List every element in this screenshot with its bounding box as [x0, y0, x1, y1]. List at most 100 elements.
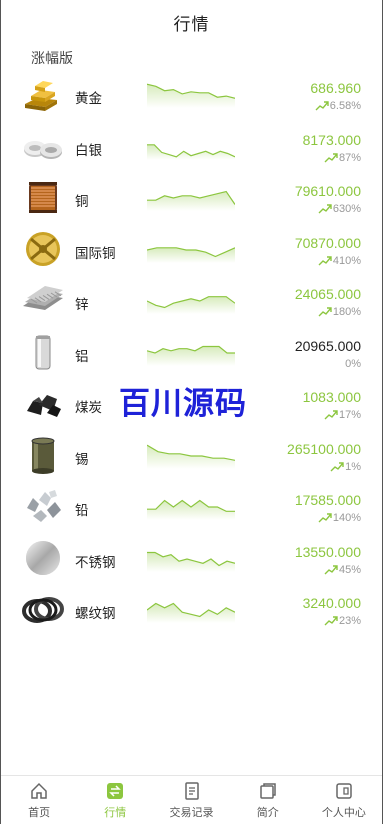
- commodity-price: 79610.000: [294, 183, 361, 199]
- tab-profile[interactable]: 个人中心: [306, 776, 382, 824]
- trend-up-icon: [318, 255, 332, 265]
- coal-icon: [21, 383, 65, 423]
- change-value: 1%: [345, 460, 361, 473]
- stainless-steel-icon: [21, 538, 65, 578]
- page-header: 行情: [1, 0, 382, 44]
- change-value: 140%: [332, 512, 361, 524]
- sparkline-chart: [147, 494, 235, 520]
- tab-home[interactable]: 首页: [1, 776, 77, 824]
- trend-up-icon: [330, 461, 344, 471]
- market-row[interactable]: 螺纹钢 3240.000 23%: [1, 583, 382, 635]
- change-percent: 410%: [318, 255, 361, 267]
- market-row[interactable]: 铅 17585.000 140%: [1, 480, 382, 532]
- change-value: 410%: [332, 254, 361, 267]
- tin-can-icon: [21, 435, 65, 475]
- commodity-price: 1083.000: [302, 389, 361, 405]
- rebar-coil-icon: [21, 589, 65, 629]
- change-percent: 630%: [318, 203, 361, 215]
- trend-up-icon: [315, 101, 329, 111]
- app-frame: 行情 涨幅版 黄金 686.960 6.58% 白银 8173.000 87% …: [0, 0, 383, 824]
- market-row[interactable]: 锡 265100.000 1%: [1, 429, 382, 481]
- change-percent: 45%: [324, 564, 361, 576]
- commodity-price: 265100.000: [287, 440, 361, 457]
- change-percent: 17%: [324, 409, 361, 421]
- commodity-price: 24065.000: [294, 286, 361, 302]
- intro-icon: [259, 782, 276, 799]
- commodity-name: 国际铜: [75, 245, 116, 261]
- commodity-name: 铅: [75, 503, 89, 518]
- sparkline-chart: [147, 546, 236, 572]
- change-value: 6.58%: [329, 100, 361, 112]
- sparkline-chart: [146, 237, 236, 263]
- change-percent: 0%: [345, 358, 361, 370]
- change-percent: 6.58%: [315, 100, 361, 112]
- trend-up-icon: [318, 513, 332, 523]
- tab-label: 个人中心: [321, 806, 366, 819]
- commodity-name: 锡: [75, 451, 89, 467]
- tab-label: 行情: [104, 806, 127, 819]
- commodity-price: 13550.000: [294, 543, 361, 560]
- profile-icon: [336, 782, 352, 799]
- page-title: 行情: [173, 14, 210, 34]
- commodity-name: 不锈钢: [75, 554, 116, 570]
- market-row[interactable]: 铜 79610.000 630%: [1, 171, 382, 223]
- commodity-price: 686.960: [310, 80, 361, 96]
- change-value: 87%: [338, 151, 361, 164]
- sparkline-chart: [147, 185, 236, 211]
- exchange-icon: [107, 782, 124, 799]
- lead-chunks-icon: [21, 486, 65, 526]
- commodity-price: 17585.000: [294, 492, 361, 508]
- tab-exchange[interactable]: 行情: [77, 776, 153, 824]
- trend-up-icon: [324, 616, 338, 626]
- market-row[interactable]: 不锈钢 13550.000 45%: [1, 532, 382, 584]
- bottom-tab-bar: 首页 行情 交易记录 简介 个人中心: [1, 775, 382, 824]
- tab-records[interactable]: 交易记录: [153, 776, 229, 824]
- market-row[interactable]: 白银 8173.000 87%: [1, 120, 382, 172]
- trend-up-icon: [324, 410, 338, 420]
- commodity-price: 20965.000: [294, 337, 361, 354]
- aluminum-can-icon: [21, 332, 65, 372]
- commodity-name: 铝: [75, 348, 89, 364]
- home-icon: [31, 782, 47, 799]
- commodity-price: 70870.000: [294, 234, 361, 251]
- change-value: 630%: [332, 203, 361, 215]
- sparkline-chart: [146, 288, 236, 314]
- commodity-name: 铜: [75, 194, 89, 209]
- market-row[interactable]: 黄金 686.960 6.58%: [1, 68, 382, 120]
- tab-label: 首页: [28, 806, 51, 819]
- change-percent: 180%: [318, 306, 361, 318]
- market-row[interactable]: 铝 20965.000 0%: [1, 326, 382, 378]
- sparkline-chart: [147, 134, 236, 160]
- trend-up-icon: [324, 152, 338, 162]
- copper-coil-icon: [21, 177, 65, 217]
- change-percent: 1%: [330, 461, 361, 473]
- commodity-price: 3240.000: [302, 595, 361, 611]
- commodity-name: 白银: [75, 142, 102, 158]
- change-value: 45%: [338, 563, 361, 576]
- change-value: 17%: [338, 409, 361, 421]
- market-row[interactable]: 国际铜 70870.000 410%: [1, 223, 382, 275]
- commodity-name: 螺纹钢: [75, 606, 116, 621]
- commodity-name: 煤炭: [75, 400, 102, 415]
- change-percent: 23%: [324, 615, 361, 627]
- market-list: 黄金 686.960 6.58% 白银 8173.000 87% 铜 79610…: [1, 68, 382, 635]
- change-percent: 87%: [324, 152, 361, 164]
- silver-icon: [21, 126, 65, 166]
- change-value: 180%: [332, 306, 361, 318]
- zinc-sheets-icon: [21, 280, 65, 320]
- gold-bar-icon: [21, 74, 65, 114]
- section-title: 涨幅版: [31, 50, 73, 66]
- tab-label: 交易记录: [169, 806, 214, 819]
- trend-up-icon: [324, 564, 338, 574]
- change-value: 0%: [345, 357, 361, 370]
- international-copper-icon: [21, 229, 65, 269]
- sparkline-chart: [146, 597, 236, 623]
- change-percent: 140%: [318, 512, 361, 524]
- sparkline-chart: [146, 443, 236, 469]
- market-row[interactable]: 锌 24065.000 180%: [1, 274, 382, 326]
- trend-up-icon: [318, 307, 332, 317]
- records-icon: [184, 781, 199, 800]
- tab-intro[interactable]: 简介: [230, 776, 306, 824]
- commodity-price: 8173.000: [302, 131, 361, 148]
- tab-label: 简介: [256, 806, 279, 819]
